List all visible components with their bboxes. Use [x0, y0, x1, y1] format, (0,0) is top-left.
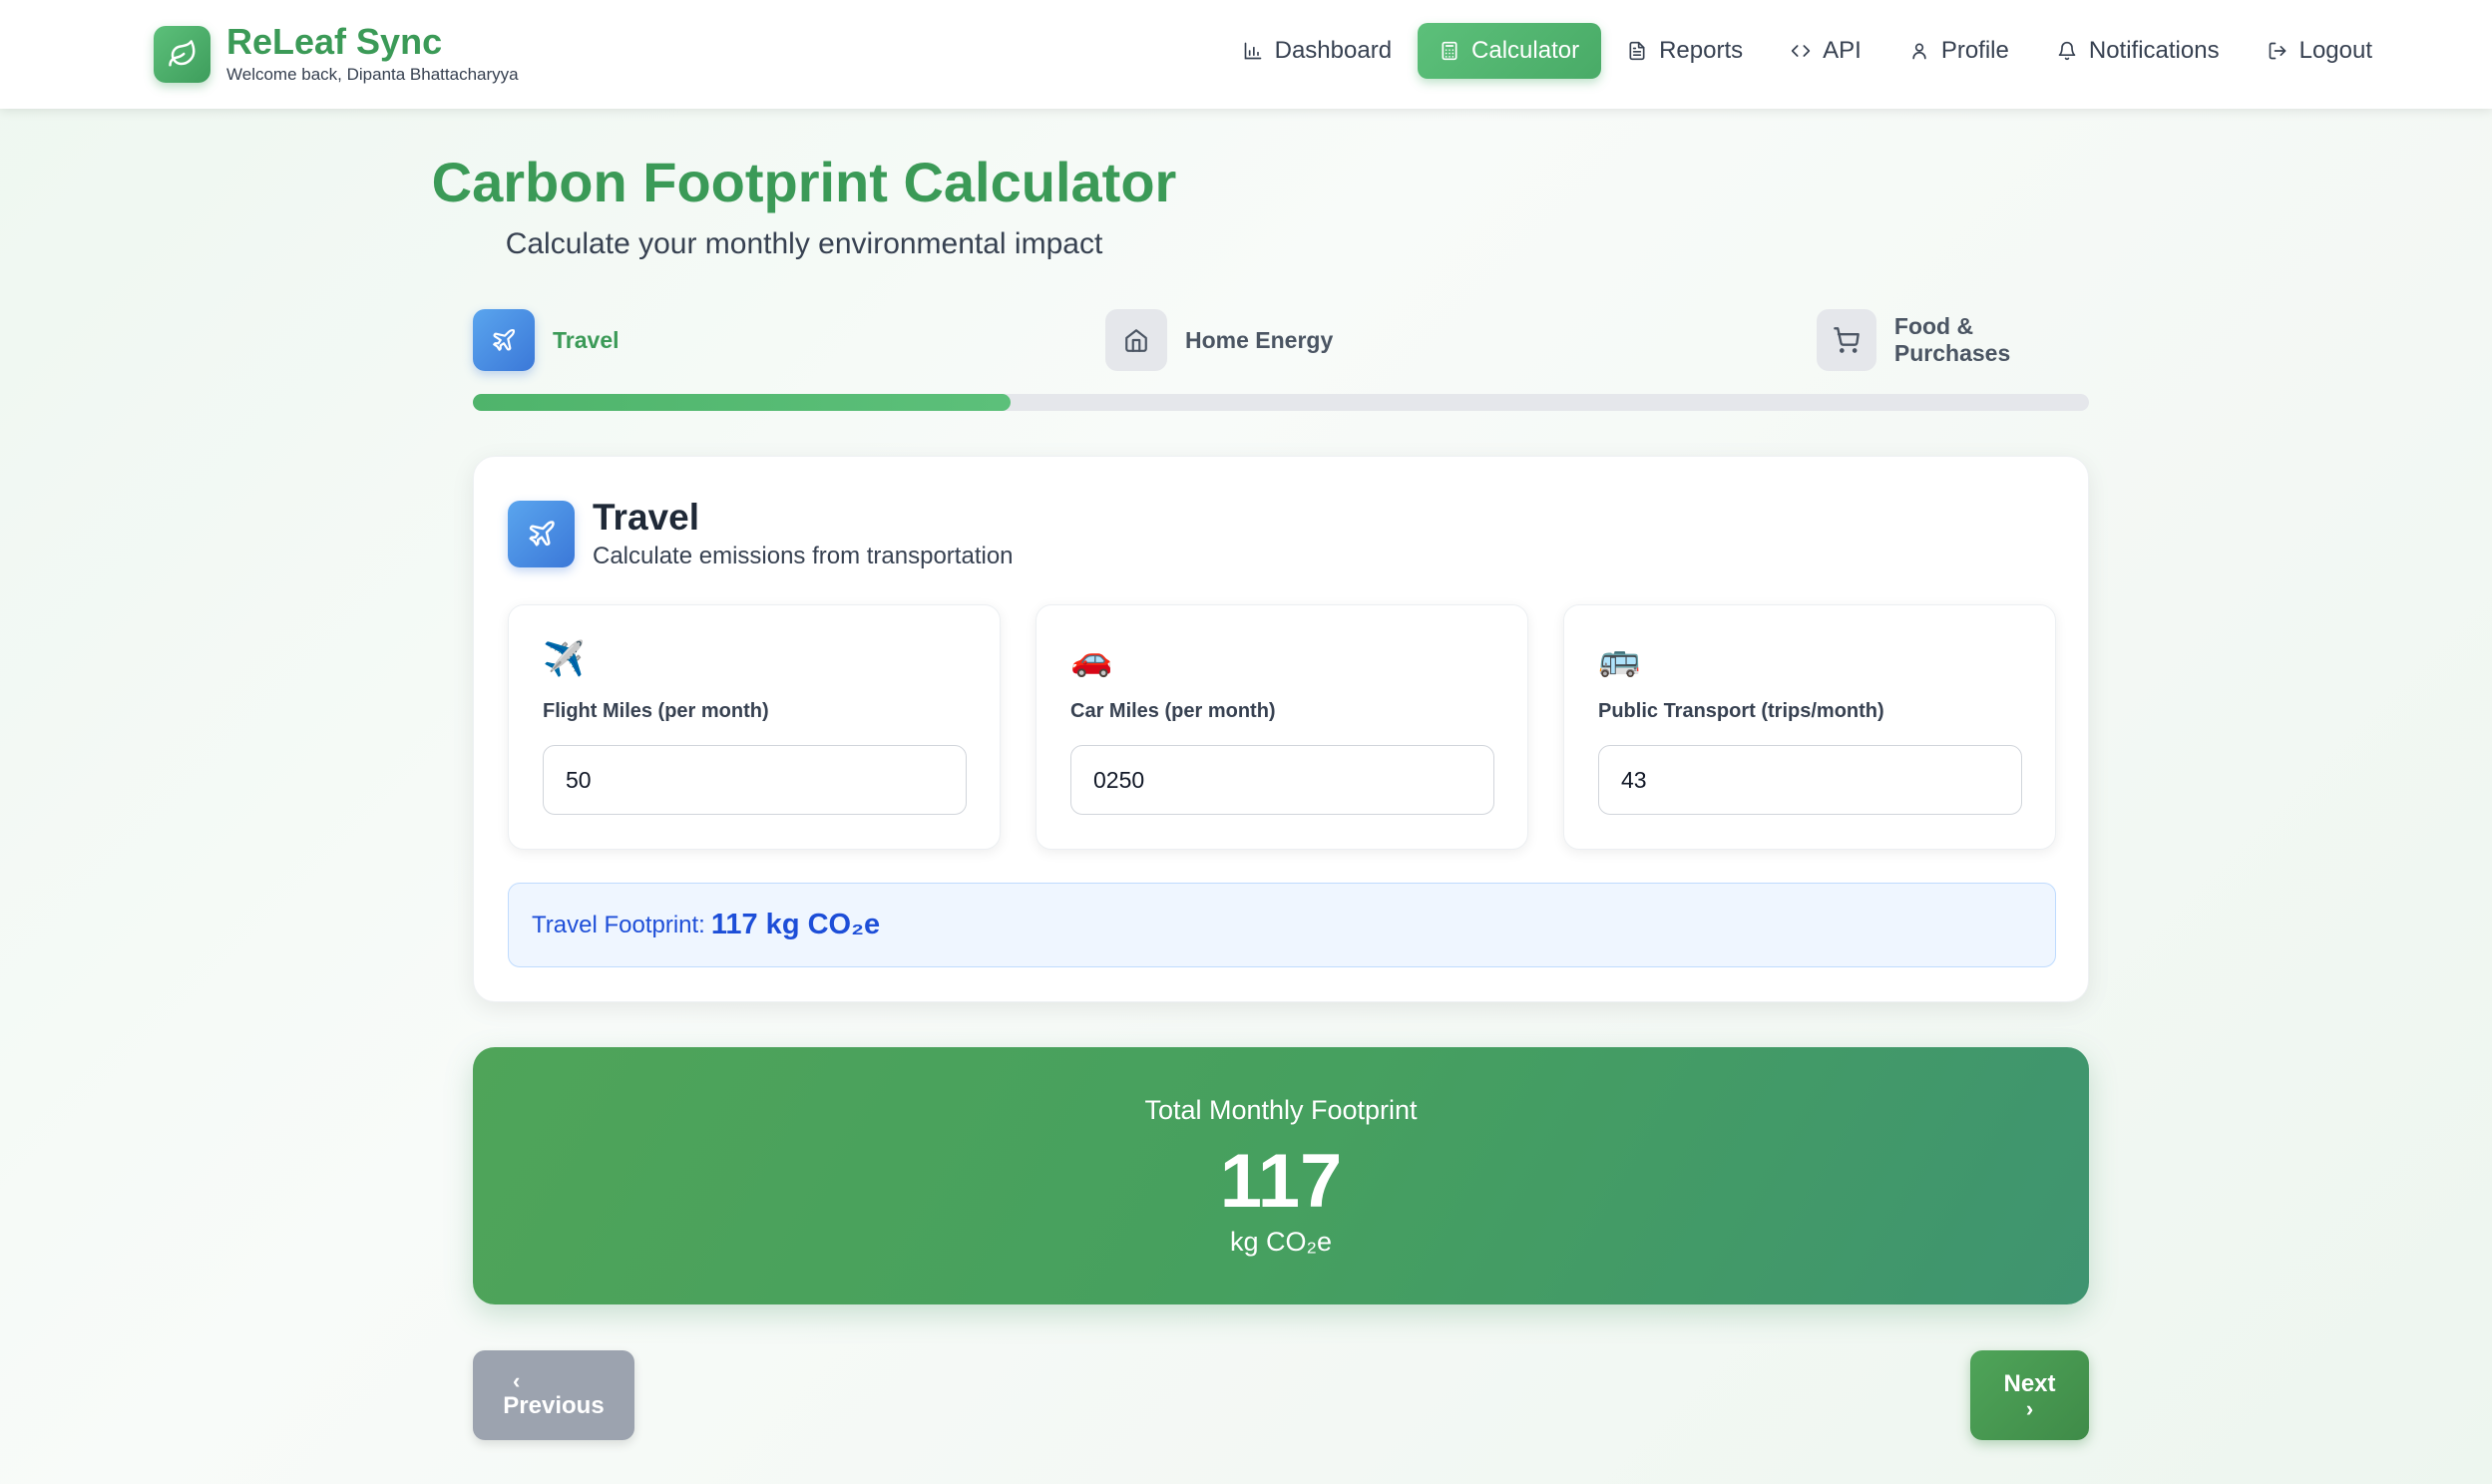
nav-logout-label: Logout — [2298, 37, 2372, 64]
airplane-icon: ✈️ — [543, 639, 586, 679]
user-icon — [1912, 43, 1926, 60]
total-footprint-unit: kg CO₂e — [1229, 1227, 1332, 1257]
plane-icon — [508, 500, 575, 567]
travel-card: Travel Calculate emissions from transpor… — [473, 456, 2089, 1002]
bus-icon: 🚌 — [1598, 639, 1641, 679]
flight-miles-input[interactable] — [543, 745, 967, 815]
chevron-left-icon: ‹ — [513, 1368, 521, 1393]
chevron-right-icon: › — [2025, 1396, 2034, 1421]
step-indicator: Travel Home Energy Food & Purchases — [473, 309, 2089, 373]
nav-profile[interactable]: Profile — [1887, 23, 2031, 79]
step-travel[interactable]: Travel — [473, 309, 620, 371]
nav-dashboard[interactable]: Dashboard — [1221, 23, 1414, 79]
travel-footprint-value: 117 kg CO₂e — [710, 909, 881, 940]
page-subtitle: Calculate your monthly environmental imp… — [505, 227, 1103, 260]
nav-api[interactable]: API — [1769, 23, 1883, 79]
logout-icon — [2269, 42, 2285, 60]
plane-icon — [473, 309, 535, 371]
step-food-purchases-label: Food & Purchases — [1893, 313, 2011, 366]
previous-button-label: Previous — [503, 1392, 605, 1419]
progress-bar-fill — [473, 394, 1012, 411]
total-footprint-value: 117 — [1219, 1139, 1343, 1224]
car-miles-label: Car Miles (per month) — [1070, 700, 1276, 722]
previous-button[interactable]: ‹ Previous — [473, 1350, 634, 1440]
travel-footprint-label: Travel Footprint: — [532, 911, 705, 938]
flight-miles-card: ✈️ Flight Miles (per month) — [508, 604, 1001, 850]
calculator-icon — [1442, 41, 1457, 61]
section-subtitle: Calculate emissions from transportation — [593, 543, 1014, 569]
step-home-energy-label: Home Energy — [1185, 326, 1334, 353]
home-icon — [1105, 309, 1167, 371]
car-miles-card: 🚗 Car Miles (per month) — [1036, 604, 1528, 850]
nav-dashboard-label: Dashboard — [1274, 37, 1393, 64]
cart-icon — [1817, 309, 1876, 371]
car-miles-input[interactable] — [1070, 745, 1494, 815]
next-button-label: Next — [2003, 1370, 2056, 1397]
nav-logout[interactable]: Logout — [2246, 23, 2394, 79]
brand[interactable]: ReLeaf Sync Welcome back, Dipanta Bhatta… — [154, 22, 519, 86]
bar-chart-icon — [1244, 42, 1261, 60]
nav-calculator[interactable]: Calculator — [1418, 23, 1602, 79]
top-navbar: ReLeaf Sync Welcome back, Dipanta Bhatta… — [0, 0, 2492, 109]
section-title: Travel — [593, 497, 699, 538]
nav-profile-label: Profile — [1940, 37, 2009, 64]
public-transport-label: Public Transport (trips/month) — [1598, 700, 1884, 722]
step-food-purchases[interactable]: Food & Purchases — [1817, 309, 2089, 371]
total-footprint-label: Total Monthly Footprint — [1144, 1095, 1418, 1125]
public-transport-card: 🚌 Public Transport (trips/month) — [1563, 604, 2056, 850]
main-nav: Dashboard Calculator Reports API Profile… — [1221, 23, 2394, 79]
brand-title: ReLeaf Sync — [226, 21, 443, 62]
total-footprint-banner: Total Monthly Footprint 117 kg CO₂e — [473, 1047, 2089, 1304]
leaf-logo-icon — [154, 25, 210, 83]
document-icon — [1629, 41, 1645, 61]
bell-icon — [2058, 41, 2076, 61]
welcome-message: Welcome back, Dipanta Bhattacharyya — [226, 65, 519, 84]
nav-notifications[interactable]: Notifications — [2035, 23, 2242, 79]
page-title: Carbon Footprint Calculator — [431, 151, 1177, 213]
code-icon — [1791, 45, 1811, 57]
nav-notifications-label: Notifications — [2088, 37, 2220, 64]
step-travel-label: Travel — [553, 326, 620, 353]
flight-miles-label: Flight Miles (per month) — [543, 700, 769, 722]
public-transport-input[interactable] — [1598, 745, 2022, 815]
travel-fields: ✈️ Flight Miles (per month) 🚗 Car Miles … — [508, 604, 2056, 850]
travel-footprint-summary: Travel Footprint: 117 kg CO₂e — [508, 883, 2056, 967]
nav-api-label: API — [1823, 37, 1862, 64]
progress-bar — [473, 394, 2089, 411]
nav-reports-label: Reports — [1659, 37, 1744, 64]
step-home-energy[interactable]: Home Energy — [1105, 309, 1333, 371]
next-button[interactable]: Next › — [1970, 1350, 2089, 1440]
car-icon: 🚗 — [1070, 639, 1113, 679]
nav-calculator-label: Calculator — [1471, 37, 1580, 64]
nav-reports[interactable]: Reports — [1605, 23, 1765, 79]
